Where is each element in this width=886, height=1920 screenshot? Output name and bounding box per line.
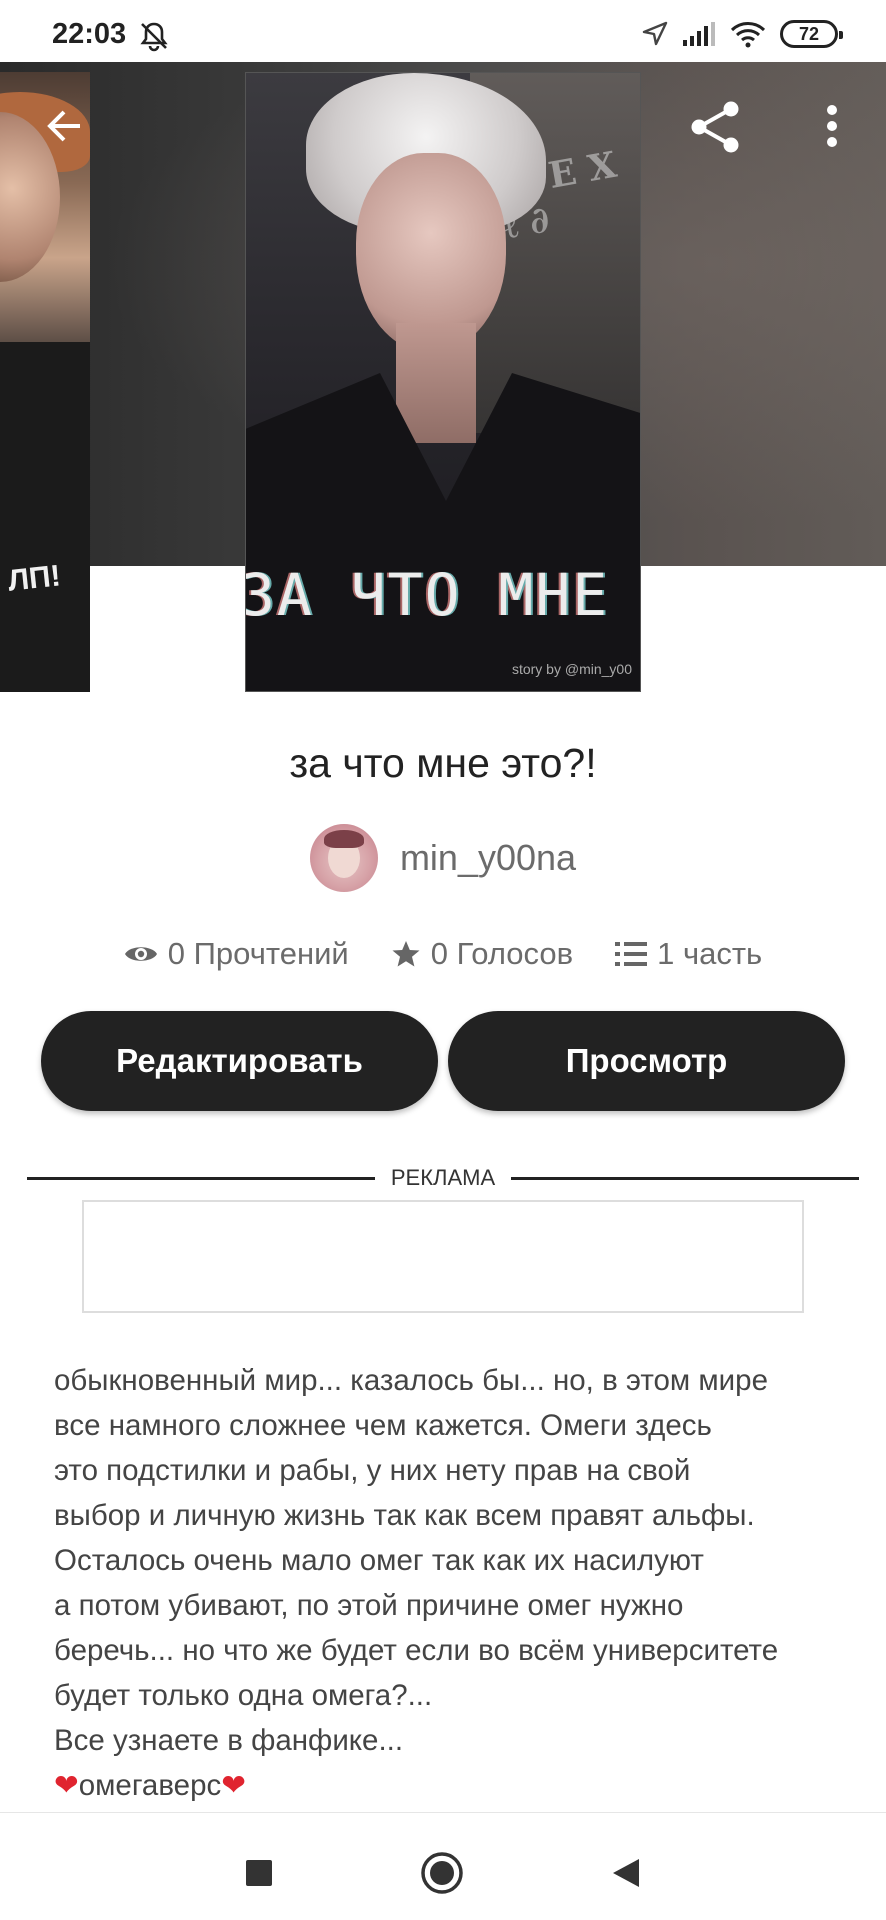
description-line: все намного сложнее чем кажется. Омеги з… — [54, 1409, 712, 1442]
back-icon — [613, 1859, 639, 1887]
battery-level: 72 — [798, 23, 820, 44]
avatar[interactable] — [309, 824, 378, 892]
system-nav-bar — [0, 1812, 886, 1920]
view-button[interactable]: Просмотр — [448, 1011, 845, 1111]
share-icon — [691, 101, 739, 153]
status-time: 22:03 — [52, 18, 127, 50]
status-bar: 22:03 72 — [0, 0, 886, 62]
description-line: Осталось очень мало омег так как их наси… — [54, 1544, 704, 1577]
system-back-button[interactable] — [596, 1843, 656, 1903]
reads-count: 0 Прочтений — [167, 936, 349, 971]
alarm-off-icon — [140, 22, 168, 52]
story-stats: 0 Прочтений 0 Голосов 1 часть — [0, 936, 886, 972]
battery-icon: 72 — [780, 20, 843, 48]
ad-label: РЕКЛАМА — [390, 1165, 496, 1190]
signal-icon — [683, 22, 715, 46]
votes-stat: 0 Голосов — [391, 936, 573, 972]
heart-icon: ❤ — [221, 1769, 246, 1802]
story-cover[interactable]: W E Xℓ ∂ ЗА ЧТО МНЕ ЭТО? story by @min_y… — [245, 72, 641, 692]
story-description: обыкновенный мир... казалось бы... но, в… — [54, 1358, 844, 1808]
arrow-left-icon — [47, 110, 80, 142]
home-button[interactable] — [412, 1843, 472, 1903]
previous-story-cover[interactable]: ЛП! in_y00na — [0, 72, 90, 692]
parts-count: 1 часть — [657, 936, 763, 971]
description-line: Все узнаете в фанфике... — [54, 1724, 404, 1757]
heart-icon: ❤ — [54, 1769, 79, 1802]
description-line: а потом убивают, по этой причине омег ну… — [54, 1589, 684, 1622]
home-icon — [421, 1852, 463, 1894]
cover-credit: story by @min_y00 — [511, 661, 632, 677]
description-line: выбор и личную жизнь так как всем правят… — [54, 1499, 755, 1532]
edit-button[interactable]: Редактировать — [41, 1011, 438, 1111]
story-title: за что мне это?! — [289, 740, 597, 786]
author-name[interactable]: min_y00na — [400, 837, 576, 879]
description-line: беречь... но что же будет если во всём у… — [54, 1634, 779, 1667]
back-button[interactable] — [36, 98, 92, 154]
story-actions: Редактировать Просмотр — [41, 1011, 845, 1111]
divider-line — [27, 1176, 375, 1180]
cover-shirt-text: ЛП! — [6, 559, 63, 598]
recent-apps-icon — [246, 1860, 272, 1886]
list-icon — [615, 942, 648, 966]
recent-apps-button[interactable] — [229, 1843, 289, 1903]
description-line: будет только одна омега?... — [54, 1679, 433, 1712]
status-indicators: 72 — [642, 20, 843, 48]
reads-stat: 0 Прочтений — [124, 936, 349, 972]
description-line: обыкновенный мир... казалось бы... но, в… — [54, 1364, 768, 1397]
more-vertical-icon — [827, 105, 837, 147]
votes-count: 0 Голосов — [430, 936, 574, 971]
cover-title-art: ЗА ЧТО МНЕ ЭТО? — [245, 561, 640, 629]
divider-line — [511, 1176, 859, 1180]
parts-stat[interactable]: 1 часть — [615, 936, 762, 972]
more-button[interactable] — [810, 98, 854, 154]
ad-divider: РЕКЛАМА — [27, 1165, 859, 1191]
location-icon — [642, 21, 668, 46]
description-line: это подстилки и рабы, у них нету прав на… — [54, 1454, 691, 1487]
share-button[interactable] — [684, 96, 746, 158]
eye-icon — [124, 947, 157, 961]
star-icon — [392, 941, 420, 967]
description-tag-line: ❤омегаверс❤ — [54, 1763, 844, 1808]
description-tag: омегаверс — [78, 1769, 222, 1802]
wifi-icon — [730, 22, 766, 48]
ad-banner[interactable] — [82, 1200, 804, 1313]
author-row[interactable]: min_y00na — [0, 824, 886, 892]
